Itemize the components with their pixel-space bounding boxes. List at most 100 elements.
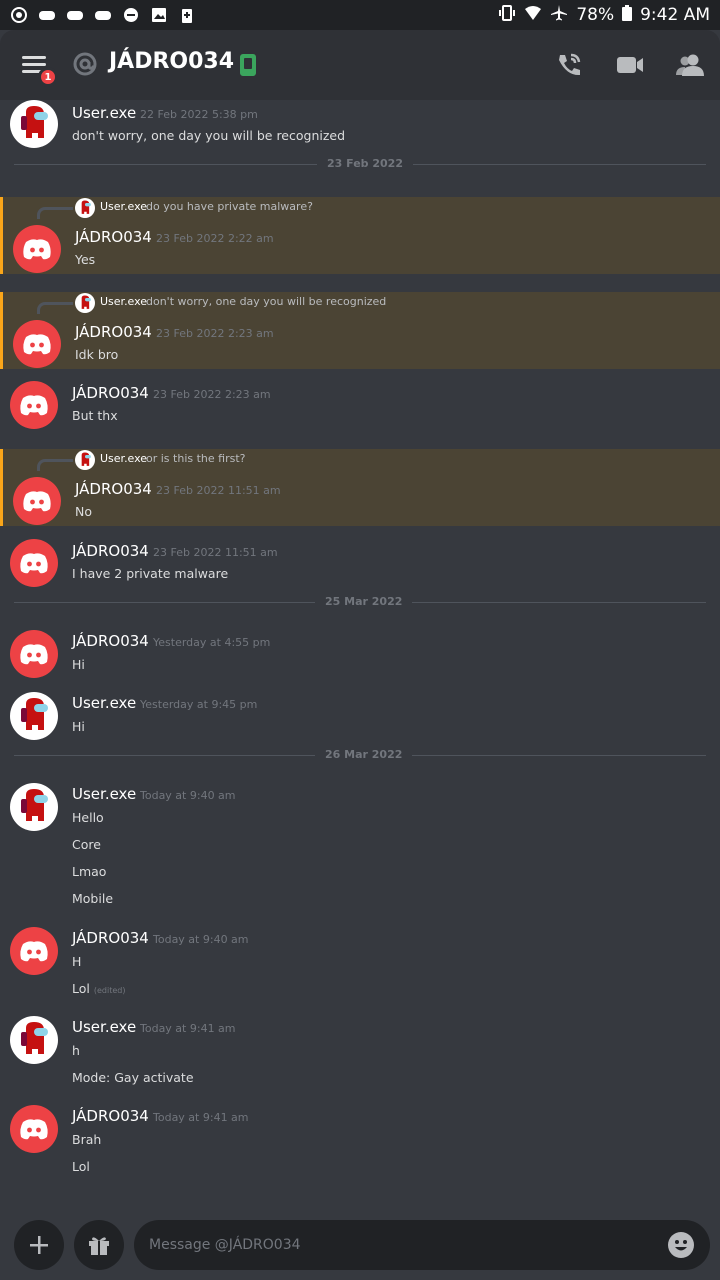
gift-button[interactable] [74,1220,124,1270]
crewmate-icon [21,698,48,730]
edited-label: (edited) [93,986,126,995]
battery-level: 78% [576,5,615,25]
message[interactable]: User.exe Today at 9:40 am Hello Core Lma… [0,783,720,913]
gamepad-icon [38,7,56,23]
message-input-placeholder: Message @JÁDRO034 [149,1237,301,1253]
plus-icon [30,1236,48,1254]
username[interactable]: User.exe [72,785,136,803]
message-text: No [75,504,92,519]
avatar[interactable] [10,927,58,975]
video-call-button[interactable] [615,50,645,80]
timestamp: Today at 9:40 am [153,933,249,946]
timestamp: 23 Feb 2022 11:51 am [153,546,278,559]
notification-badge: 1 [38,67,58,87]
discord-logo-icon [23,239,51,260]
timestamp: 23 Feb 2022 11:51 am [156,484,281,497]
username[interactable]: JÁDRO034 [75,228,152,246]
message[interactable]: JÁDRO034 Yesterday at 4:55 pm Hi [0,630,720,686]
avatar[interactable] [10,381,58,429]
voice-call-button[interactable] [554,50,584,80]
avatar[interactable] [10,630,58,678]
avatar[interactable] [10,100,58,148]
message-list[interactable]: User.exe 22 Feb 2022 5:38 pm don't worry… [0,100,720,1210]
message[interactable]: User.exe do you have private malware? JÁ… [0,197,720,274]
avatar[interactable] [10,692,58,740]
timestamp: 23 Feb 2022 2:23 am [156,327,274,340]
message[interactable]: User.exe don't worry, one day you will b… [0,292,720,369]
battery-plus-icon [178,7,196,23]
username[interactable]: JÁDRO034 [72,542,149,560]
members-button[interactable] [675,50,705,80]
crewmate-icon [21,106,48,138]
message[interactable]: JÁDRO034 23 Feb 2022 11:51 am I have 2 p… [0,539,720,595]
message-text: I have 2 private malware [72,566,229,581]
message-text: Hi [72,719,85,734]
reply-connector [37,302,73,314]
phone-call-icon [559,53,581,76]
message[interactable]: JÁDRO034 23 Feb 2022 2:23 am But thx [0,381,720,437]
airplane-icon [550,4,568,27]
reply-username[interactable]: User.exe [100,200,147,213]
crewmate-icon [21,789,48,821]
vibrate-icon [498,4,516,27]
reply-username[interactable]: User.exe [100,452,147,465]
message[interactable]: User.exe 22 Feb 2022 5:38 pm don't worry… [0,100,720,156]
timestamp: Today at 9:41 am [153,1111,249,1124]
avatar[interactable] [13,320,61,368]
message-text: Lmao [72,864,107,879]
reply-text[interactable]: don't worry, one day you will be recogni… [146,295,386,308]
avatar[interactable] [13,225,61,273]
username[interactable]: JÁDRO034 [75,480,152,498]
username[interactable]: JÁDRO034 [72,384,149,402]
message-input[interactable]: Message @JÁDRO034 [134,1220,710,1270]
avatar[interactable] [10,1105,58,1153]
avatar[interactable] [10,539,58,587]
message-text: Core [72,837,101,852]
message-text: Lol [72,1159,90,1174]
timestamp: Today at 9:41 am [140,1022,236,1035]
username[interactable]: JÁDRO034 [72,632,149,650]
message[interactable]: User.exe Yesterday at 9:45 pm Hi [0,692,720,748]
reply-text[interactable]: or is this the first? [146,452,245,465]
timestamp: Yesterday at 4:55 pm [153,636,271,649]
play-icon [10,7,28,23]
username[interactable]: JÁDRO034 [75,323,152,341]
discord-logo-icon [20,553,48,574]
username[interactable]: User.exe [72,1018,136,1036]
attach-button[interactable] [14,1220,64,1270]
message[interactable]: JÁDRO034 Today at 9:40 am H Lol (edited) [0,927,720,1003]
reply-avatar [75,293,95,313]
date-divider-label: 26 Mar 2022 [315,748,413,761]
reply-text[interactable]: do you have private malware? [146,200,313,213]
timestamp: Yesterday at 9:45 pm [140,698,258,711]
reply-username[interactable]: User.exe [100,295,147,308]
username[interactable]: User.exe [72,694,136,712]
avatar[interactable] [10,783,58,831]
username[interactable]: JÁDRO034 [72,929,149,947]
people-icon [676,54,704,76]
message-text-content: Lol [72,981,90,996]
do-not-disturb-icon [122,7,140,23]
avatar[interactable] [10,1016,58,1064]
emoji-icon[interactable] [668,1232,694,1258]
timestamp: 22 Feb 2022 5:38 pm [140,108,258,121]
discord-logo-icon [20,1119,48,1140]
reply-avatar [75,198,95,218]
date-divider-label: 23 Feb 2022 [317,157,413,170]
status-bar: 78% 9:42 AM [0,0,720,30]
message[interactable]: JÁDRO034 Today at 9:41 am Brah Lol [0,1105,720,1181]
message-text: Brah [72,1132,102,1147]
message[interactable]: User.exe Today at 9:41 am h Mode: Gay ac… [0,1016,720,1092]
reply-avatar [75,450,95,470]
avatar[interactable] [13,477,61,525]
message-text: Mode: Gay activate [72,1070,194,1085]
message-text: Hello [72,810,104,825]
mobile-status-icon [240,54,256,76]
username[interactable]: JÁDRO034 [72,1107,149,1125]
message-text: Yes [75,252,96,267]
message[interactable]: User.exe or is this the first? JÁDRO034 … [0,449,720,526]
crewmate-icon [21,1022,48,1054]
at-icon [72,51,98,77]
username[interactable]: User.exe [72,104,136,122]
timestamp: 23 Feb 2022 2:23 am [153,388,271,401]
